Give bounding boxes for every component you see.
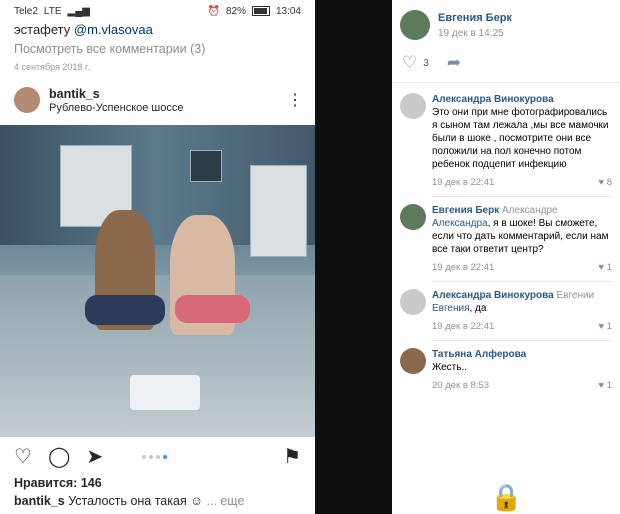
share-icon[interactable]: ➦ [447, 53, 461, 73]
caption-username[interactable]: bantik_s [14, 494, 65, 508]
vk-post: Евгения Берк 19 дек в 14:25 ♡ 3 ➦ Алекса… [392, 0, 620, 514]
battery-level: 82% [225, 5, 246, 17]
previous-caption: эстафету @m.vlasovaa [14, 22, 301, 38]
signal-icon: ▂▄▆ [67, 5, 90, 17]
like-count: 8 [606, 177, 612, 188]
like-count: 3 [423, 57, 429, 69]
author-name[interactable]: Евгения Берк [438, 12, 512, 24]
addressee-link[interactable]: Евгения [432, 303, 470, 314]
divider [432, 281, 612, 282]
like-icon[interactable]: ♡ [402, 53, 417, 73]
comment-author[interactable]: Татьяна Алферова [432, 348, 612, 361]
post-date: 4 сентября 2018 г. [14, 62, 90, 72]
comment-author[interactable]: Евгения Берк [432, 205, 499, 216]
divider [432, 196, 612, 197]
comment-like[interactable]: ♥ 1 [598, 320, 612, 333]
comment: Татьяна Алферова Жесть.. 20 дек в 8:53 ♥… [392, 344, 620, 396]
comment-icon[interactable]: ◯ [48, 447, 70, 467]
post-username[interactable]: bantik_s [49, 87, 287, 101]
divider [392, 82, 620, 83]
like-count: 1 [606, 262, 612, 273]
post-stats: ♡ 3 ➦ [392, 42, 620, 76]
heart-icon: ♥ [598, 262, 605, 273]
comment-author[interactable]: Александра Винокурова [432, 290, 554, 301]
reply-to[interactable]: Александре [502, 205, 558, 216]
carousel-dot-active [163, 455, 167, 459]
mention-link[interactable]: @m.vlasovaa [74, 22, 153, 37]
lock-icon: 🔒 [490, 482, 523, 512]
likes-count[interactable]: Нравится: 146 [14, 476, 102, 490]
like-count: 1 [606, 321, 612, 332]
carousel-indicator [142, 455, 167, 459]
heart-icon[interactable]: ♡ [14, 447, 32, 467]
caption-text: Усталость она такая [68, 494, 187, 508]
avatar[interactable] [400, 348, 426, 374]
avatar[interactable] [400, 289, 426, 315]
emoji-icon: ☺ [190, 494, 203, 508]
heart-icon: ♥ [598, 321, 605, 332]
divider [432, 340, 612, 341]
post-caption: bantik_s Усталость она такая ☺ ... еще [14, 494, 244, 508]
like-count: 1 [606, 380, 612, 391]
comment-date[interactable]: 19 дек в 22:41 [432, 261, 494, 274]
post-location[interactable]: Рублево-Успенское шоссе [49, 102, 287, 114]
comment-text-wrap: Александра, я в шоке! Вы сможете, если ч… [432, 217, 612, 256]
avatar[interactable] [400, 204, 426, 230]
send-icon[interactable]: ➤ [86, 447, 103, 467]
comment-like[interactable]: ♥ 8 [598, 176, 612, 189]
carousel-dot [149, 455, 153, 459]
post-date[interactable]: 19 дек в 14:25 [438, 28, 512, 39]
status-bar: Tele2 LTE ▂▄▆ ⏰ 82% 13:04 [0, 0, 315, 22]
comment: Александра Винокурова Это они при мне фо… [392, 89, 620, 193]
comment: Александра Винокурова Евгении Евгения, д… [392, 285, 620, 337]
more-icon[interactable]: ⋮ [287, 90, 303, 110]
comment: Евгения Берк Александре Александра, я в … [392, 200, 620, 278]
post-photo[interactable] [0, 125, 315, 437]
photo-pink-pants [175, 295, 250, 323]
carrier-label: Tele2 [14, 5, 38, 17]
alarm-icon: ⏰ [207, 5, 220, 17]
instagram-screenshot: Tele2 LTE ▂▄▆ ⏰ 82% 13:04 эстафету @m.vl… [0, 0, 315, 514]
battery-icon [251, 6, 270, 16]
comment-text: , да [469, 303, 487, 314]
photo-packages [130, 375, 200, 410]
comment-like[interactable]: ♥ 1 [598, 379, 612, 392]
avatar[interactable] [400, 10, 430, 40]
caption-text: эстафету [14, 22, 71, 37]
comment-author[interactable]: Александра Винокурова [432, 93, 612, 106]
heart-icon: ♥ [598, 380, 605, 391]
avatar[interactable] [14, 87, 40, 113]
carousel-dot [142, 455, 146, 459]
comment-text: Это они при мне фотографировались я сыно… [432, 107, 609, 170]
more-link[interactable]: ... еще [206, 494, 244, 508]
photo-jeans [85, 295, 165, 325]
avatar[interactable] [400, 93, 426, 119]
carousel-dot [156, 455, 160, 459]
comment-text: Жесть.. [432, 362, 468, 373]
photo-cabinet [250, 165, 307, 257]
bookmark-icon[interactable]: ⚑ [283, 444, 301, 469]
photo-monitor [190, 150, 222, 182]
comment-text-wrap: Евгения, да [432, 302, 612, 315]
reply-to[interactable]: Евгении [557, 290, 595, 301]
comment-date[interactable]: 19 дек в 22:41 [432, 176, 494, 189]
clock: 13:04 [275, 5, 301, 17]
comment-date[interactable]: 20 дек в 8:53 [432, 379, 489, 392]
post-author: Евгения Берк 19 дек в 14:25 [392, 0, 620, 42]
addressee-link[interactable]: Александра [432, 218, 488, 229]
heart-icon: ♥ [598, 177, 605, 188]
comment-date[interactable]: 19 дек в 22:41 [432, 320, 494, 333]
view-all-comments-link[interactable]: Посмотреть все комментарии (3) [14, 42, 301, 56]
network-label: LTE [43, 5, 62, 17]
post-header: bantik_s Рублево-Успенское шоссе ⋮ [0, 80, 315, 120]
comment-like[interactable]: ♥ 1 [598, 261, 612, 274]
